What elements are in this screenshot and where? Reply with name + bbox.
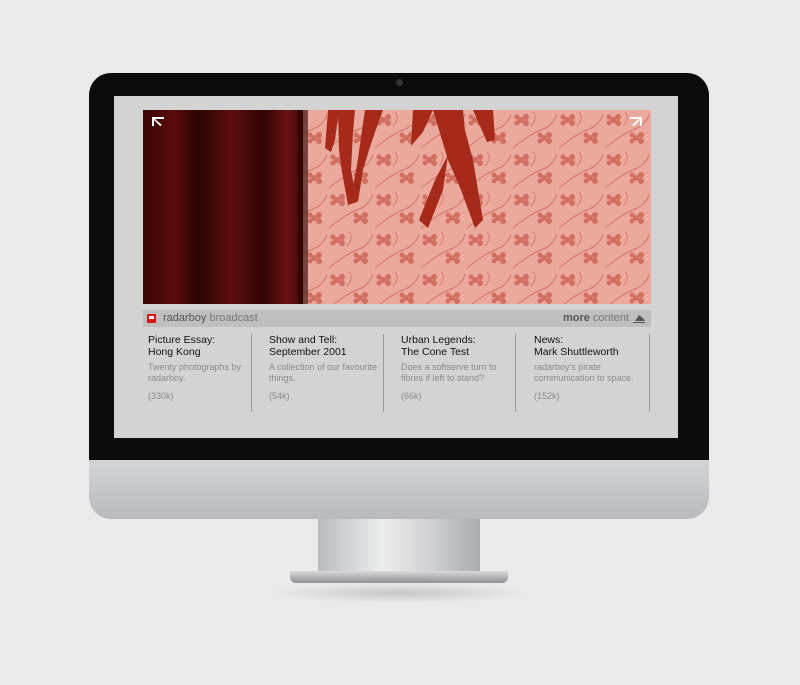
more-label-bold: more [562, 312, 590, 324]
corner-top-right-icon [630, 117, 642, 126]
brand-name-light: broadcast [209, 312, 258, 324]
hero-photo [143, 110, 651, 304]
stand-shadow [270, 583, 528, 603]
item-description: Twenty photographs by radarboy. [148, 362, 242, 383]
brand-title: radarboy broadcast [163, 312, 258, 324]
screen: radarboy broadcast more content Picture … [114, 96, 678, 438]
more-arrow-icon[interactable] [633, 314, 645, 323]
item-description: A collection of our favourite things. [269, 362, 378, 383]
camera-icon [396, 79, 403, 86]
broadcast-bar: radarboy broadcast more content [143, 310, 651, 327]
content-item[interactable]: Urban Legends: The Cone Test Does a softs… [401, 334, 516, 412]
content-items: Picture Essay: Hong Kong Twenty photograp… [143, 334, 651, 414]
item-size: (54k) [269, 391, 290, 401]
item-title: News: Mark Shuttleworth [534, 334, 619, 358]
radarboy-logo-icon [147, 314, 156, 323]
item-description: Does a softserve turn to fibres if left … [401, 362, 497, 383]
content-item[interactable]: News: Mark Shuttleworth radarboy's pirate… [534, 334, 650, 412]
item-size: (330k) [148, 391, 174, 401]
hero-banner-image[interactable] [143, 110, 651, 304]
item-title: Urban Legends: The Cone Test [401, 334, 476, 358]
corner-top-left-icon [152, 117, 164, 126]
more-label-light: content [592, 312, 629, 324]
monitor-chin [89, 460, 709, 519]
content-item[interactable]: Show and Tell: September 2001 A collectio… [269, 334, 384, 412]
more-content-link[interactable]: more content [563, 312, 629, 324]
item-size: (66k) [401, 391, 422, 401]
item-size: (152k) [534, 391, 560, 401]
item-title: Picture Essay: Hong Kong [148, 334, 216, 358]
monitor-stand-neck [318, 519, 480, 577]
content-item[interactable]: Picture Essay: Hong Kong Twenty photograp… [148, 334, 252, 412]
item-description: radarboy's pirate communication to space… [534, 362, 634, 383]
item-title: Show and Tell: September 2001 [269, 334, 347, 358]
brand-name-dark: radarboy [163, 312, 207, 324]
monitor-stand-foot [290, 571, 508, 583]
